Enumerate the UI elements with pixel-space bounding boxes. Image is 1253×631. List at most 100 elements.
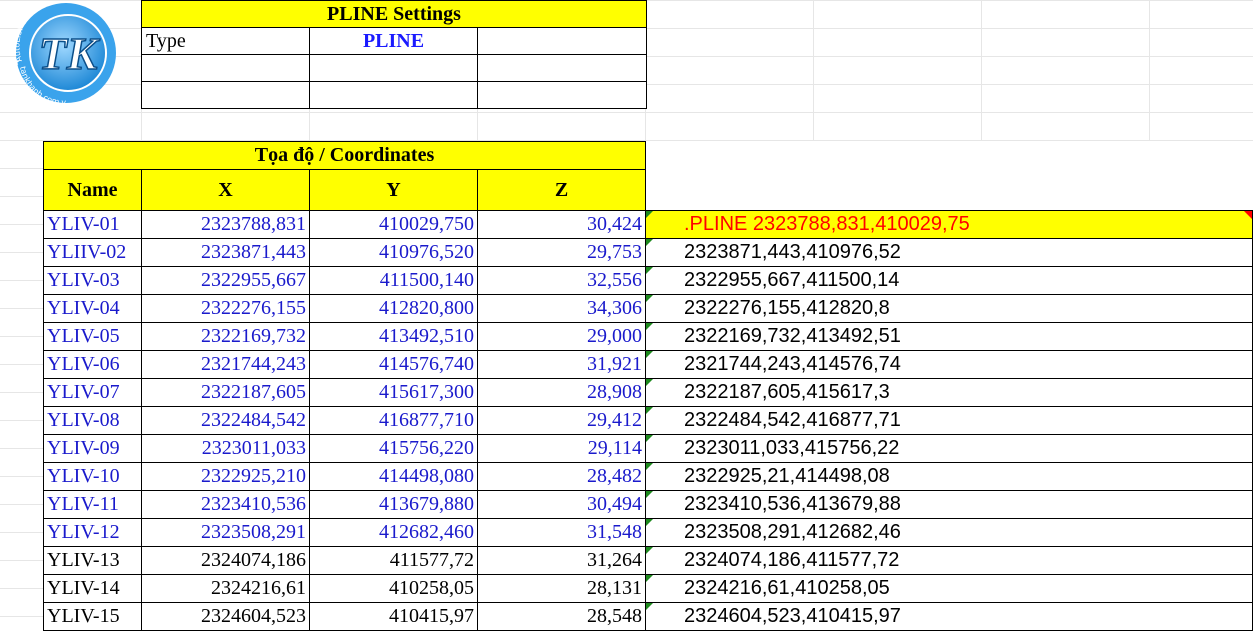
cell-pline-command[interactable]: 2323508,291,412682,46 — [645, 518, 1253, 547]
cell-z[interactable]: 30,424 — [477, 210, 646, 239]
cell-pline-command[interactable]: 2322276,155,412820,8 — [645, 294, 1253, 323]
cell-x[interactable]: 2323410,536 — [141, 490, 310, 519]
cell-y[interactable]: 413492,510 — [309, 322, 478, 351]
cell-x[interactable]: 2323508,291 — [141, 518, 310, 547]
cell-pline-command[interactable]: 2323410,536,413679,88 — [645, 490, 1253, 519]
cell-y[interactable]: 415617,300 — [309, 378, 478, 407]
cell-z[interactable]: 28,482 — [477, 462, 646, 491]
settings-empty-cell[interactable] — [477, 81, 647, 109]
cell-name[interactable]: YLIV-15 — [43, 602, 142, 631]
empty-cell[interactable] — [646, 142, 1253, 170]
cell-name[interactable]: YLIV-03 — [43, 266, 142, 295]
cell-name[interactable]: YLIV-13 — [43, 546, 142, 575]
cell-z-text: 32,556 — [587, 269, 642, 291]
cell-name[interactable]: YLIV-09 — [43, 434, 142, 463]
cell-name[interactable]: YLIV-05 — [43, 322, 142, 351]
cell-pline-command[interactable]: 2322955,667,411500,14 — [645, 266, 1253, 295]
cell-x[interactable]: 2324074,186 — [141, 546, 310, 575]
cell-pline-command[interactable]: 2322925,21,414498,08 — [645, 462, 1253, 491]
cell-x-text: 2322187,605 — [201, 381, 306, 403]
cell-z[interactable]: 31,548 — [477, 518, 646, 547]
cell-name[interactable]: YLIV-11 — [43, 490, 142, 519]
cell-y[interactable]: 412682,460 — [309, 518, 478, 547]
cell-name-text: YLIV-04 — [47, 297, 120, 319]
cell-name[interactable]: YLIIV-02 — [43, 238, 142, 267]
cell-pline-command[interactable]: 2322187,605,415617,3 — [645, 378, 1253, 407]
cell-z[interactable]: 29,114 — [477, 434, 646, 463]
cell-pline-command[interactable]: 2322484,542,416877,71 — [645, 406, 1253, 435]
cell-name-text: YLIV-14 — [47, 577, 120, 599]
cell-y[interactable]: 413679,880 — [309, 490, 478, 519]
cell-y[interactable]: 410029,750 — [309, 210, 478, 239]
settings-type-label[interactable]: Type — [141, 27, 310, 55]
cell-pline-command[interactable]: 2323011,033,415756,22 — [645, 434, 1253, 463]
cell-x[interactable]: 2323011,033 — [141, 434, 310, 463]
cell-z[interactable]: 29,412 — [477, 406, 646, 435]
cell-name[interactable]: YLIV-10 — [43, 462, 142, 491]
cell-x[interactable]: 2323788,831 — [141, 210, 310, 239]
cell-z[interactable]: 28,548 — [477, 602, 646, 631]
cell-y[interactable]: 414498,080 — [309, 462, 478, 491]
settings-type-value[interactable]: PLINE — [309, 27, 478, 55]
column-header-y[interactable]: Y — [309, 169, 478, 211]
cell-pline-command[interactable]: 2324074,186,411577,72 — [645, 546, 1253, 575]
settings-empty-cell[interactable] — [477, 27, 647, 55]
cell-name[interactable]: YLIV-07 — [43, 378, 142, 407]
column-header-z[interactable]: Z — [477, 169, 646, 211]
cell-z[interactable]: 29,000 — [477, 322, 646, 351]
cell-pline-command[interactable]: 2322169,732,413492,51 — [645, 322, 1253, 351]
cell-x[interactable]: 2324216,61 — [141, 574, 310, 603]
cell-x[interactable]: 2322484,542 — [141, 406, 310, 435]
cell-z[interactable]: 30,494 — [477, 490, 646, 519]
cell-name[interactable]: YLIV-04 — [43, 294, 142, 323]
cell-name-text: YLIV-13 — [47, 549, 120, 571]
cell-z[interactable]: 31,921 — [477, 350, 646, 379]
settings-empty-cell[interactable] — [141, 54, 310, 82]
column-header-name[interactable]: Name — [43, 169, 142, 211]
empty-cell[interactable] — [646, 170, 1253, 211]
cell-y[interactable]: 414576,740 — [309, 350, 478, 379]
cell-z[interactable]: 29,753 — [477, 238, 646, 267]
cell-name[interactable]: YLIV-14 — [43, 574, 142, 603]
cell-x[interactable]: 2324604,523 — [141, 602, 310, 631]
cell-pline-command[interactable]: 2323871,443,410976,52 — [645, 238, 1253, 267]
cell-name[interactable]: YLIV-06 — [43, 350, 142, 379]
cell-x[interactable]: 2322955,667 — [141, 266, 310, 295]
cell-name[interactable]: YLIV-01 — [43, 210, 142, 239]
cell-z[interactable]: 31,264 — [477, 546, 646, 575]
cell-x[interactable]: 2322276,155 — [141, 294, 310, 323]
cell-y[interactable]: 415756,220 — [309, 434, 478, 463]
cell-name-text: YLIV-05 — [47, 325, 120, 347]
cell-y[interactable]: 411500,140 — [309, 266, 478, 295]
coordinates-title[interactable]: Tọa độ / Coordinates — [43, 141, 646, 170]
settings-empty-cell[interactable] — [477, 54, 647, 82]
cell-y[interactable]: 410976,520 — [309, 238, 478, 267]
cell-x[interactable]: 2323871,443 — [141, 238, 310, 267]
cell-pline-command[interactable]: 2324604,523,410415,97 — [645, 602, 1253, 631]
cell-z[interactable]: 28,908 — [477, 378, 646, 407]
settings-empty-cell[interactable] — [309, 54, 478, 82]
cell-z[interactable]: 34,306 — [477, 294, 646, 323]
cell-pline-command[interactable]: .PLINE 2323788,831,410029,75 — [645, 210, 1253, 239]
cell-pline-command[interactable]: 2321744,243,414576,74 — [645, 350, 1253, 379]
cell-x[interactable]: 2322169,732 — [141, 322, 310, 351]
cell-x[interactable]: 2322925,210 — [141, 462, 310, 491]
cell-name[interactable]: YLIV-12 — [43, 518, 142, 547]
formula-indicator-icon — [646, 603, 653, 610]
cell-z[interactable]: 28,131 — [477, 574, 646, 603]
cell-pline-command-text: 2322484,542,416877,71 — [684, 409, 901, 431]
cell-name[interactable]: YLIV-08 — [43, 406, 142, 435]
settings-title[interactable]: PLINE Settings — [141, 0, 647, 28]
column-header-x[interactable]: X — [141, 169, 310, 211]
cell-x[interactable]: 2322187,605 — [141, 378, 310, 407]
cell-y[interactable]: 410258,05 — [309, 574, 478, 603]
settings-empty-cell[interactable] — [309, 81, 478, 109]
cell-pline-command[interactable]: 2324216,61,410258,05 — [645, 574, 1253, 603]
cell-y[interactable]: 412820,800 — [309, 294, 478, 323]
cell-y[interactable]: 416877,710 — [309, 406, 478, 435]
cell-x[interactable]: 2321744,243 — [141, 350, 310, 379]
settings-empty-cell[interactable] — [141, 81, 310, 109]
cell-y[interactable]: 410415,97 — [309, 602, 478, 631]
cell-y[interactable]: 411577,72 — [309, 546, 478, 575]
cell-z[interactable]: 32,556 — [477, 266, 646, 295]
